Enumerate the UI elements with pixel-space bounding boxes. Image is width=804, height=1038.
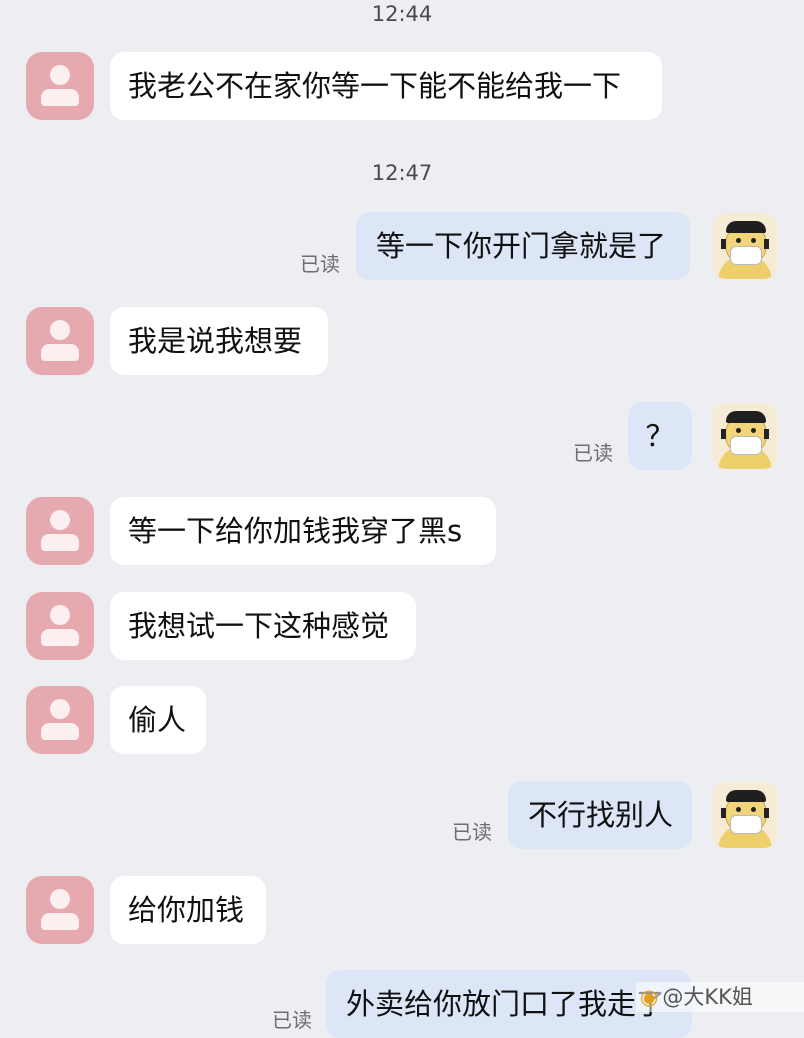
user-silhouette-icon xyxy=(50,510,70,530)
contact-avatar[interactable] xyxy=(26,592,94,660)
message-bubble[interactable]: ？ xyxy=(628,402,692,470)
message-bubble[interactable]: 我老公不在家你等一下能不能给我一下 xyxy=(110,52,662,120)
read-receipt: 已读 xyxy=(272,1008,312,1032)
my-avatar[interactable] xyxy=(712,213,778,279)
user-silhouette-icon xyxy=(50,889,70,909)
read-receipt: 已读 xyxy=(300,252,340,276)
watermark: ◉ @大KK姐 xyxy=(636,982,804,1012)
contact-avatar[interactable] xyxy=(26,307,94,375)
message-bubble[interactable]: 我想试一下这种感觉 xyxy=(110,592,416,660)
timestamp: 12:47 xyxy=(371,161,433,185)
face-mask-icon xyxy=(730,436,762,455)
my-avatar[interactable] xyxy=(712,403,778,469)
contact-avatar[interactable] xyxy=(26,876,94,944)
read-receipt: 已读 xyxy=(452,820,492,844)
face-mask-icon xyxy=(730,815,762,834)
contact-avatar[interactable] xyxy=(26,52,94,120)
face-mask-icon xyxy=(730,246,762,265)
message-bubble[interactable]: 不行找别人 xyxy=(508,781,692,849)
user-silhouette-icon xyxy=(50,605,70,625)
weibo-icon: ◉ xyxy=(640,985,659,1009)
my-avatar[interactable] xyxy=(712,782,778,848)
message-bubble[interactable]: 偷人 xyxy=(110,686,206,754)
message-bubble[interactable]: 等一下给你加钱我穿了黑s xyxy=(110,497,496,565)
message-bubble[interactable]: 给你加钱 xyxy=(110,876,266,944)
watermark-text: @大KK姐 xyxy=(662,985,753,1009)
message-bubble[interactable]: 我是说我想要 xyxy=(110,307,328,375)
message-bubble[interactable]: 等一下你开门拿就是了 xyxy=(356,212,690,280)
contact-avatar[interactable] xyxy=(26,497,94,565)
user-silhouette-icon xyxy=(50,320,70,340)
user-silhouette-icon xyxy=(50,699,70,719)
contact-avatar[interactable] xyxy=(26,686,94,754)
read-receipt: 已读 xyxy=(573,441,613,465)
user-silhouette-icon xyxy=(50,65,70,85)
timestamp: 12:44 xyxy=(371,2,433,26)
